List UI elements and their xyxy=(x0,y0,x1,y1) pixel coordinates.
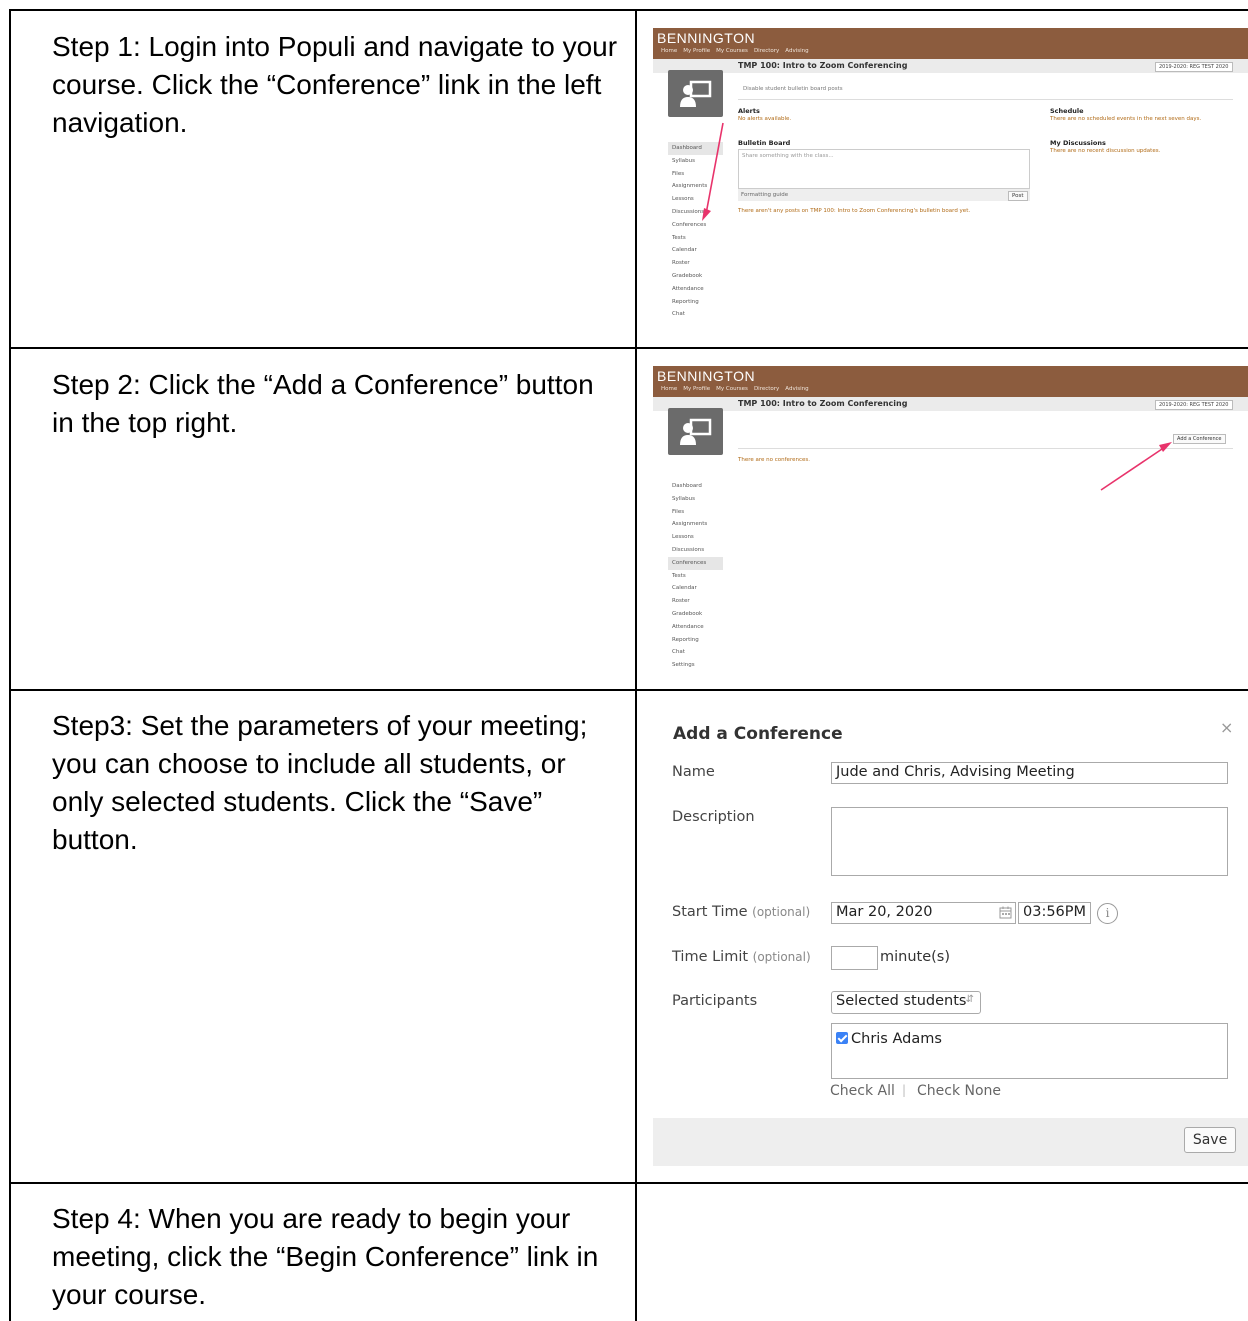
participants-select-value: Selected students xyxy=(836,993,967,1009)
minutes-label: minute(s) xyxy=(880,949,951,965)
save-button[interactable]: Save xyxy=(1184,1127,1236,1153)
link-separator: | xyxy=(902,1083,907,1097)
student-name: Chris Adams xyxy=(851,1031,942,1047)
students-list: Chris Adams xyxy=(831,1023,1228,1079)
table-row-divider xyxy=(9,347,1248,349)
time-limit-field[interactable] xyxy=(831,946,878,970)
dialog-title: Add a Conference xyxy=(673,724,843,744)
start-time-label: Start Time (optional) xyxy=(672,904,810,920)
close-icon[interactable]: × xyxy=(1220,718,1233,737)
step-4-text: Step 4: When you are ready to begin your… xyxy=(52,1203,599,1310)
populi-conferences-screenshot: BENNINGTON Home My Profile My Courses Direc… xyxy=(653,366,1248,673)
start-time-label-text: Start Time xyxy=(672,904,748,920)
table-border-middle xyxy=(635,9,637,1321)
optional-label: (optional) xyxy=(752,950,811,964)
pointer-arrow-icon xyxy=(1100,442,1172,491)
name-field[interactable]: Jude and Chris, Advising Meeting xyxy=(831,762,1228,784)
check-none-link[interactable]: Check None xyxy=(917,1083,1001,1099)
name-label: Name xyxy=(672,764,715,780)
add-conference-dialog: Add a Conference × Name Jude and Chris, … xyxy=(653,706,1248,1166)
optional-label: (optional) xyxy=(752,905,811,919)
table-border-left xyxy=(9,9,11,1321)
table-border-top xyxy=(9,9,1248,11)
chevron-updown-icon: ⇵ xyxy=(965,994,974,1005)
calendar-icon[interactable] xyxy=(999,906,1012,919)
start-time-field[interactable]: 03:56PM xyxy=(1018,902,1091,924)
step-1-text: Step 1: Login into Populi and navigate t… xyxy=(52,31,618,138)
step-2-text: Step 2: Click the “Add a Conference” but… xyxy=(52,369,594,438)
step-3-text: Step3: Set the parameters of your meetin… xyxy=(52,710,588,855)
pointer-arrow-icon xyxy=(702,122,724,221)
check-all-link[interactable]: Check All xyxy=(830,1083,895,1099)
participants-select[interactable]: Selected students ⇵ xyxy=(831,991,981,1014)
info-icon[interactable]: i xyxy=(1097,903,1118,924)
description-label: Description xyxy=(672,809,755,825)
table-row-divider xyxy=(9,689,1248,691)
table-row-divider xyxy=(9,1182,1248,1184)
description-field[interactable] xyxy=(831,807,1228,876)
participants-label: Participants xyxy=(672,993,758,1009)
start-date-field[interactable]: Mar 20, 2020 xyxy=(831,902,1016,924)
time-limit-label: Time Limit (optional) xyxy=(672,949,811,965)
checkbox-checked-icon[interactable] xyxy=(836,1032,848,1044)
time-limit-label-text: Time Limit xyxy=(672,949,749,965)
dialog-footer: Save xyxy=(653,1118,1248,1166)
populi-dashboard-screenshot: BENNINGTON Home My Profile My Courses Direc… xyxy=(653,28,1248,327)
student-item[interactable]: Chris Adams xyxy=(836,1031,1223,1047)
